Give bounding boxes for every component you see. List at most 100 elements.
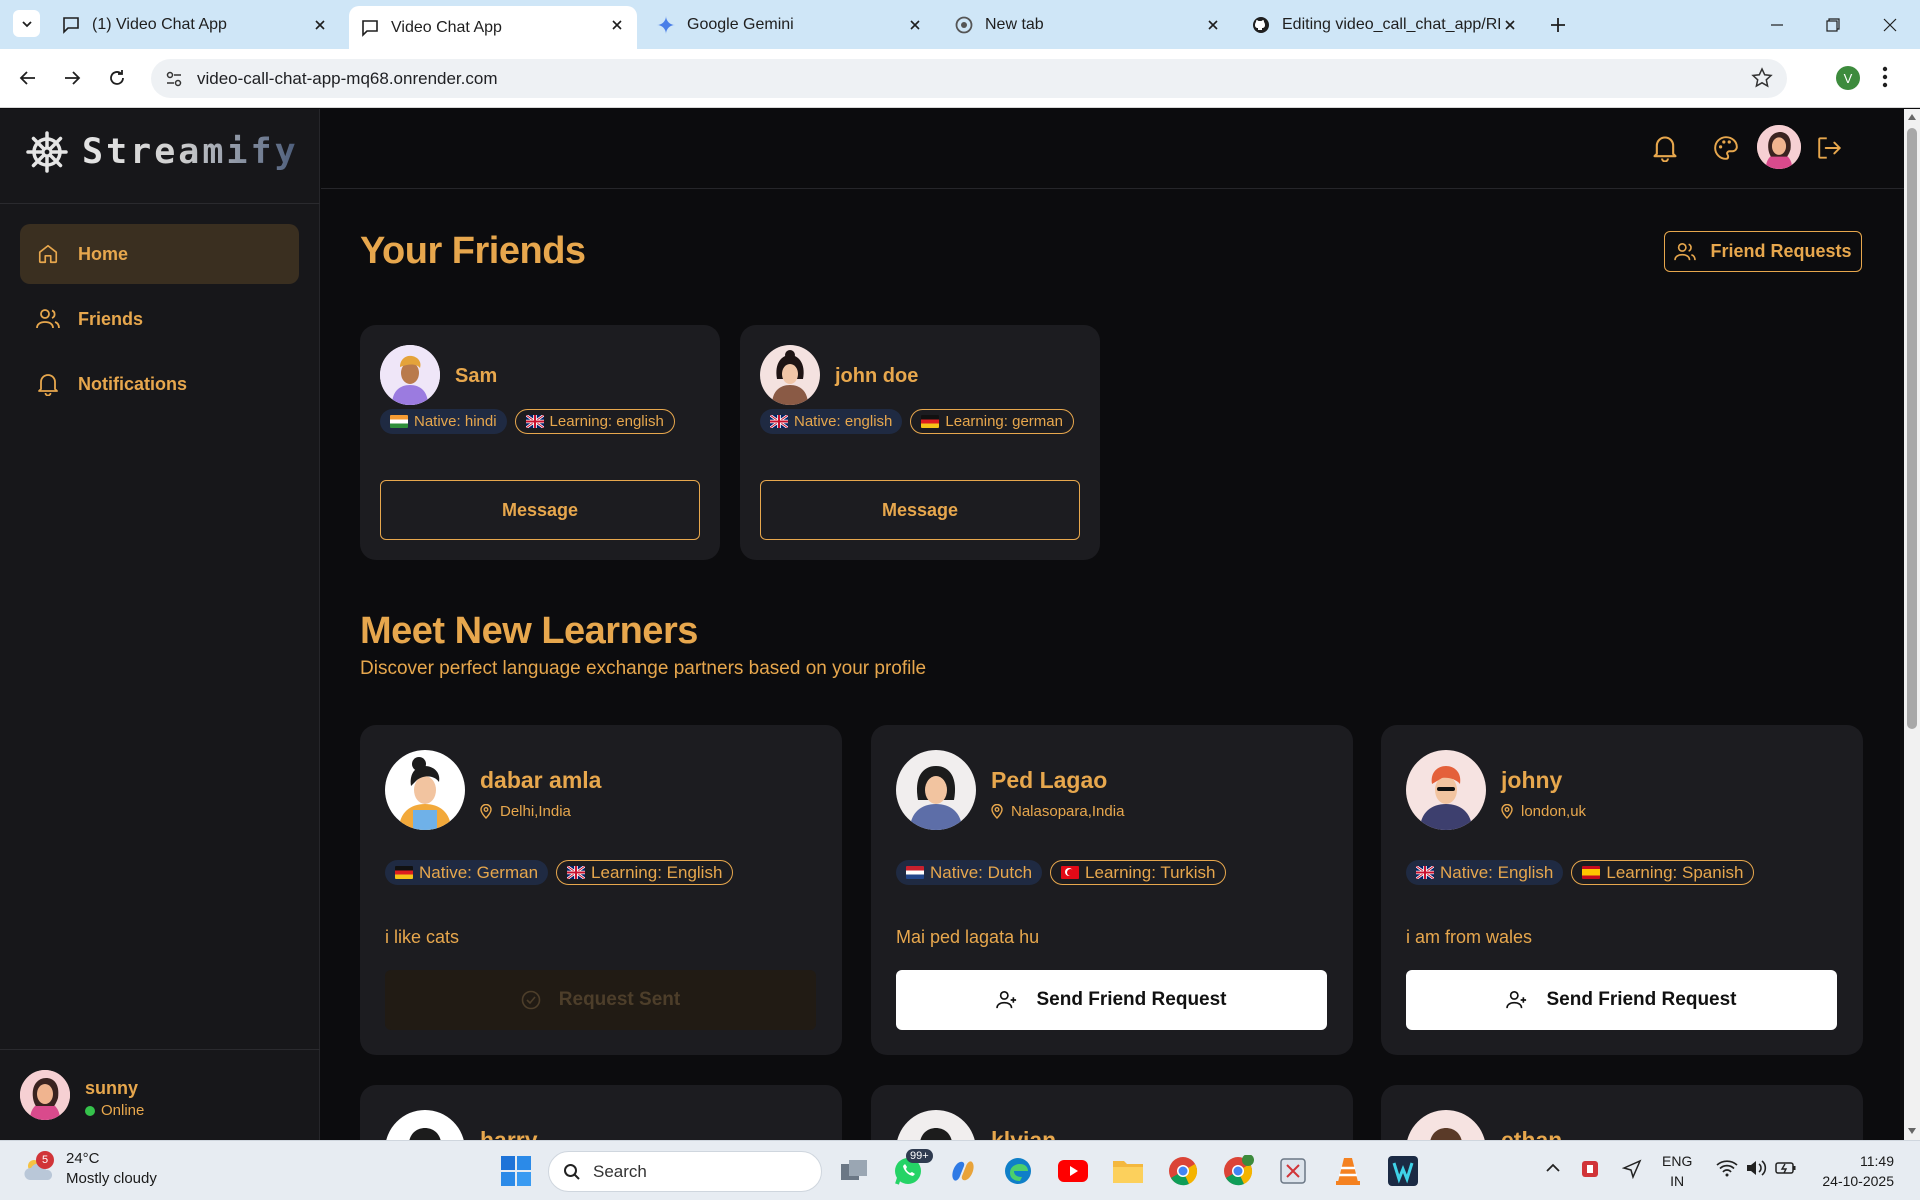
- windows-start-icon[interactable]: [500, 1155, 532, 1187]
- forward-button[interactable]: [57, 63, 87, 93]
- browser-tab-4[interactable]: New tab: [943, 6, 1233, 44]
- badge-text: Learning: english: [549, 413, 664, 430]
- users-icon: [36, 307, 60, 331]
- browser-profile-avatar[interactable]: V: [1836, 66, 1860, 90]
- button-label: Send Friend Request: [1546, 989, 1737, 1010]
- avatar: [1406, 750, 1486, 830]
- file-explorer-icon[interactable]: [1110, 1153, 1146, 1189]
- volume-icon[interactable]: [1745, 1159, 1767, 1177]
- flag-turkey-icon: [1061, 866, 1080, 879]
- native-language-badge: Native: German: [385, 860, 549, 885]
- bell-icon: [36, 372, 60, 396]
- copilot-icon[interactable]: [945, 1153, 981, 1189]
- scrollbar-thumb[interactable]: [1907, 128, 1917, 729]
- sidebar: Streamify Home Friends Notifications sun…: [0, 109, 320, 1140]
- chrome-taskbar-icon[interactable]: [1165, 1153, 1201, 1189]
- edge-icon[interactable]: [1000, 1153, 1036, 1189]
- chevron-up-icon[interactable]: [1544, 1159, 1562, 1177]
- map-pin-icon: [991, 804, 1003, 819]
- battery-icon[interactable]: [1775, 1159, 1797, 1177]
- chrome-profile-taskbar-icon[interactable]: [1220, 1153, 1256, 1189]
- snipping-tool-icon[interactable]: [1275, 1153, 1311, 1189]
- flag-uk-icon: [567, 866, 586, 879]
- avatar: [385, 750, 465, 830]
- browser-tab-3[interactable]: Google Gemini: [645, 6, 935, 44]
- more-vert-icon[interactable]: [1882, 64, 1888, 90]
- user-plus-icon: [1506, 990, 1528, 1010]
- new-tab-button[interactable]: [1545, 12, 1571, 38]
- sidebar-item-friends[interactable]: Friends: [20, 289, 299, 349]
- browser-tab-5[interactable]: Editing video_call_chat_app/RE/: [1240, 6, 1530, 44]
- whatsapp-icon[interactable]: 99+: [890, 1149, 933, 1189]
- scroll-up-arrow-icon[interactable]: [1908, 113, 1916, 121]
- palette-icon[interactable]: [1709, 131, 1743, 165]
- close-icon[interactable]: [607, 15, 627, 35]
- app-taskbar-icon[interactable]: [1385, 1153, 1421, 1189]
- close-icon[interactable]: [1500, 15, 1520, 35]
- window-close-button[interactable]: [1875, 10, 1905, 40]
- github-icon: [1252, 16, 1270, 34]
- browser-tab-1[interactable]: (1) Video Chat App: [50, 6, 340, 44]
- learner-bio: i like cats: [385, 927, 460, 947]
- learners-subtitle: Discover perfect language exchange partn…: [360, 658, 927, 679]
- reload-button[interactable]: [102, 63, 132, 93]
- send-friend-request-button[interactable]: Send Friend Request: [896, 970, 1327, 1030]
- friend-name: john doe: [835, 365, 919, 387]
- logout-icon[interactable]: [1813, 131, 1847, 165]
- back-button[interactable]: [13, 63, 43, 93]
- learner-location: Nalasopara,India: [991, 803, 1124, 820]
- tab-search-button[interactable]: [13, 10, 40, 37]
- bookmark-star-icon[interactable]: [1751, 67, 1773, 89]
- location-text: Delhi,India: [500, 803, 571, 820]
- current-user: sunny Online: [0, 1049, 320, 1140]
- vlc-icon[interactable]: [1330, 1153, 1366, 1189]
- restore-button[interactable]: [1818, 10, 1848, 40]
- language-indicator[interactable]: ENG IN: [1662, 1151, 1692, 1191]
- sidebar-item-notifications[interactable]: Notifications: [20, 354, 299, 414]
- sidebar-item-label: Home: [78, 243, 129, 264]
- site-info-icon[interactable]: [163, 68, 185, 90]
- youtube-icon[interactable]: [1055, 1153, 1091, 1189]
- close-icon[interactable]: [310, 15, 330, 35]
- scroll-down-arrow-icon[interactable]: [1908, 1127, 1916, 1135]
- weather-badge: 5: [36, 1151, 54, 1169]
- brand[interactable]: Streamify: [26, 131, 299, 173]
- user-status: Online: [85, 1102, 144, 1119]
- page-scrollbar[interactable]: [1904, 109, 1920, 1140]
- clock[interactable]: 11:49 24-10-2025: [1808, 1151, 1894, 1191]
- profile-avatar[interactable]: [1757, 125, 1801, 169]
- browser-tab-2[interactable]: Video Chat App: [349, 6, 637, 49]
- notifications-bell-icon[interactable]: [1648, 131, 1682, 165]
- learner-name: klyian: [991, 1127, 1057, 1140]
- avatar[interactable]: [20, 1070, 70, 1120]
- search-icon: [563, 1163, 581, 1181]
- avatar: [1406, 1110, 1486, 1140]
- language-badges: Native: English Learning: Spanish: [1406, 860, 1755, 885]
- wifi-icon[interactable]: [1716, 1159, 1738, 1177]
- minimize-button[interactable]: [1762, 10, 1792, 40]
- sidebar-item-home[interactable]: Home: [20, 224, 299, 284]
- weather-text: 24°C Mostly cloudy: [66, 1149, 157, 1189]
- taskbar-search[interactable]: Search: [548, 1151, 822, 1192]
- friend-requests-button[interactable]: Friend Requests: [1664, 231, 1862, 272]
- message-button[interactable]: Message: [760, 480, 1080, 540]
- learning-language-badge: Learning: german: [910, 409, 1074, 434]
- plus-icon: [1550, 17, 1566, 33]
- message-button[interactable]: Message: [380, 480, 700, 540]
- badge-text: Native: Dutch: [930, 862, 1033, 882]
- weather-widget[interactable]: 5 24°C Mostly cloudy: [22, 1149, 157, 1189]
- online-dot: [85, 1105, 95, 1116]
- learner-card: harry: [360, 1085, 842, 1140]
- close-icon[interactable]: [905, 15, 925, 35]
- sidebar-item-label: Notifications: [78, 373, 188, 394]
- address-bar[interactable]: video-call-chat-app-mq68.onrender.com: [151, 59, 1787, 98]
- task-view-icon[interactable]: [836, 1153, 872, 1189]
- tab-title: (1) Video Chat App: [92, 16, 227, 33]
- location-arrow-icon[interactable]: [1622, 1159, 1642, 1179]
- app-tray-icon[interactable]: [1580, 1159, 1600, 1179]
- send-friend-request-button[interactable]: Send Friend Request: [1406, 970, 1837, 1030]
- weather-temp: 24°C: [66, 1150, 100, 1167]
- sidebar-item-label: Friends: [78, 308, 144, 329]
- tab-title: Video Chat App: [391, 18, 502, 36]
- close-icon[interactable]: [1203, 15, 1223, 35]
